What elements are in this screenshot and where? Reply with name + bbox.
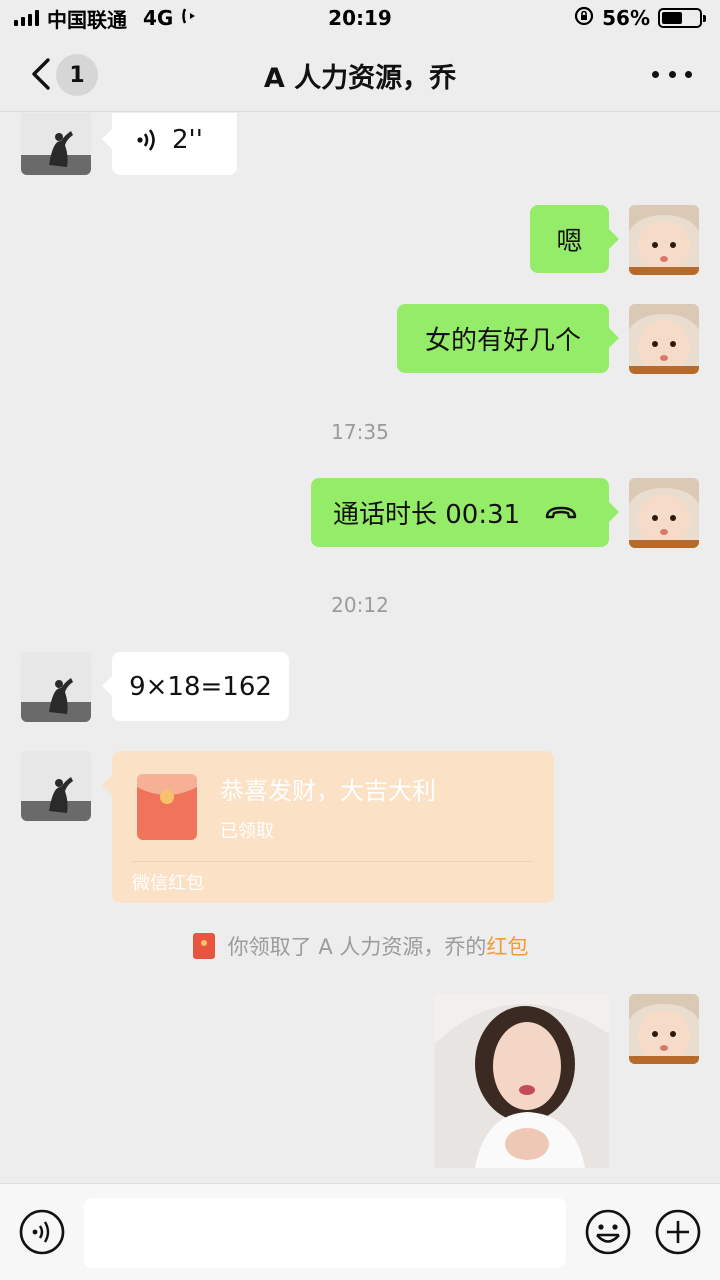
emoji-button[interactable] [584, 1208, 632, 1256]
red-packet-link[interactable]: 红包 [486, 935, 528, 959]
timestamp: 20:12 [331, 593, 389, 617]
more-icon [652, 70, 659, 78]
divider [132, 861, 534, 862]
unread-count-badge[interactable]: 1 [56, 54, 98, 96]
red-packet-icon [137, 774, 197, 840]
battery-percent: 56% [602, 6, 650, 30]
system-notice-text: 你领取了 A 人力资源，乔的 [227, 935, 487, 959]
my-avatar[interactable] [629, 304, 699, 374]
input-bar [0, 1183, 720, 1280]
battery-icon [658, 8, 706, 28]
carrier-label: 中国联通 [47, 7, 127, 32]
plus-icon [655, 1209, 701, 1255]
voice-message-bubble[interactable]: 2'' [102, 113, 237, 175]
more-button[interactable] [652, 62, 692, 86]
system-notice: 你领取了 A 人力资源，乔的红包 [0, 931, 720, 961]
orientation-lock-icon [574, 6, 594, 31]
timestamp: 17:35 [331, 420, 389, 444]
voice-duration: 2'' [172, 125, 203, 155]
signal-icon [14, 10, 39, 26]
my-avatar[interactable] [629, 994, 699, 1064]
message-input[interactable] [84, 1198, 566, 1268]
phone-hangup-icon [546, 506, 577, 518]
message-text: 9×18=162 [129, 671, 272, 702]
outgoing-message[interactable]: 嗯 [530, 205, 619, 273]
voice-message-icon [137, 129, 155, 151]
red-packet-footer: 微信红包 [132, 873, 204, 894]
contact-avatar[interactable] [21, 652, 91, 722]
more-functions-button[interactable] [654, 1208, 702, 1256]
call-forward-icon [181, 6, 199, 30]
red-packet-title: 恭喜发财，大吉大利 [220, 777, 436, 805]
red-packet-small-icon [192, 933, 215, 959]
red-packet-status: 已领取 [220, 821, 274, 842]
call-record-bubble[interactable]: 通话时长 00:31 [311, 478, 619, 547]
emoji-icon [585, 1209, 631, 1255]
chat-area[interactable]: 2'' 嗯 女的有好几个 17:35 通话时长 00:31 20:12 9×18… [0, 113, 720, 1183]
network-label: 4G [143, 6, 174, 30]
voice-input-button[interactable] [18, 1208, 66, 1256]
message-text: 女的有好几个 [424, 326, 581, 356]
back-icon [32, 58, 50, 90]
incoming-message[interactable]: 9×18=162 [102, 652, 289, 721]
my-avatar[interactable] [629, 205, 699, 275]
chat-title: A 人力资源，乔 [263, 63, 457, 94]
photo-message[interactable] [435, 994, 609, 1168]
contact-avatar[interactable] [21, 113, 91, 175]
outgoing-message[interactable]: 女的有好几个 [397, 304, 619, 373]
voice-input-icon [19, 1209, 65, 1255]
contact-avatar[interactable] [21, 751, 91, 821]
status-bar: 中国联通 4G 20:19 56% [0, 0, 720, 36]
back-button[interactable] [20, 52, 60, 96]
red-packet-card[interactable]: 恭喜发财，大吉大利 已领取 微信红包 [102, 751, 554, 903]
my-avatar[interactable] [629, 478, 699, 548]
message-text: 嗯 [556, 226, 583, 257]
call-duration-text: 通话时长 00:31 [333, 500, 521, 530]
nav-bar: 1 A 人力资源，乔 [0, 36, 720, 112]
